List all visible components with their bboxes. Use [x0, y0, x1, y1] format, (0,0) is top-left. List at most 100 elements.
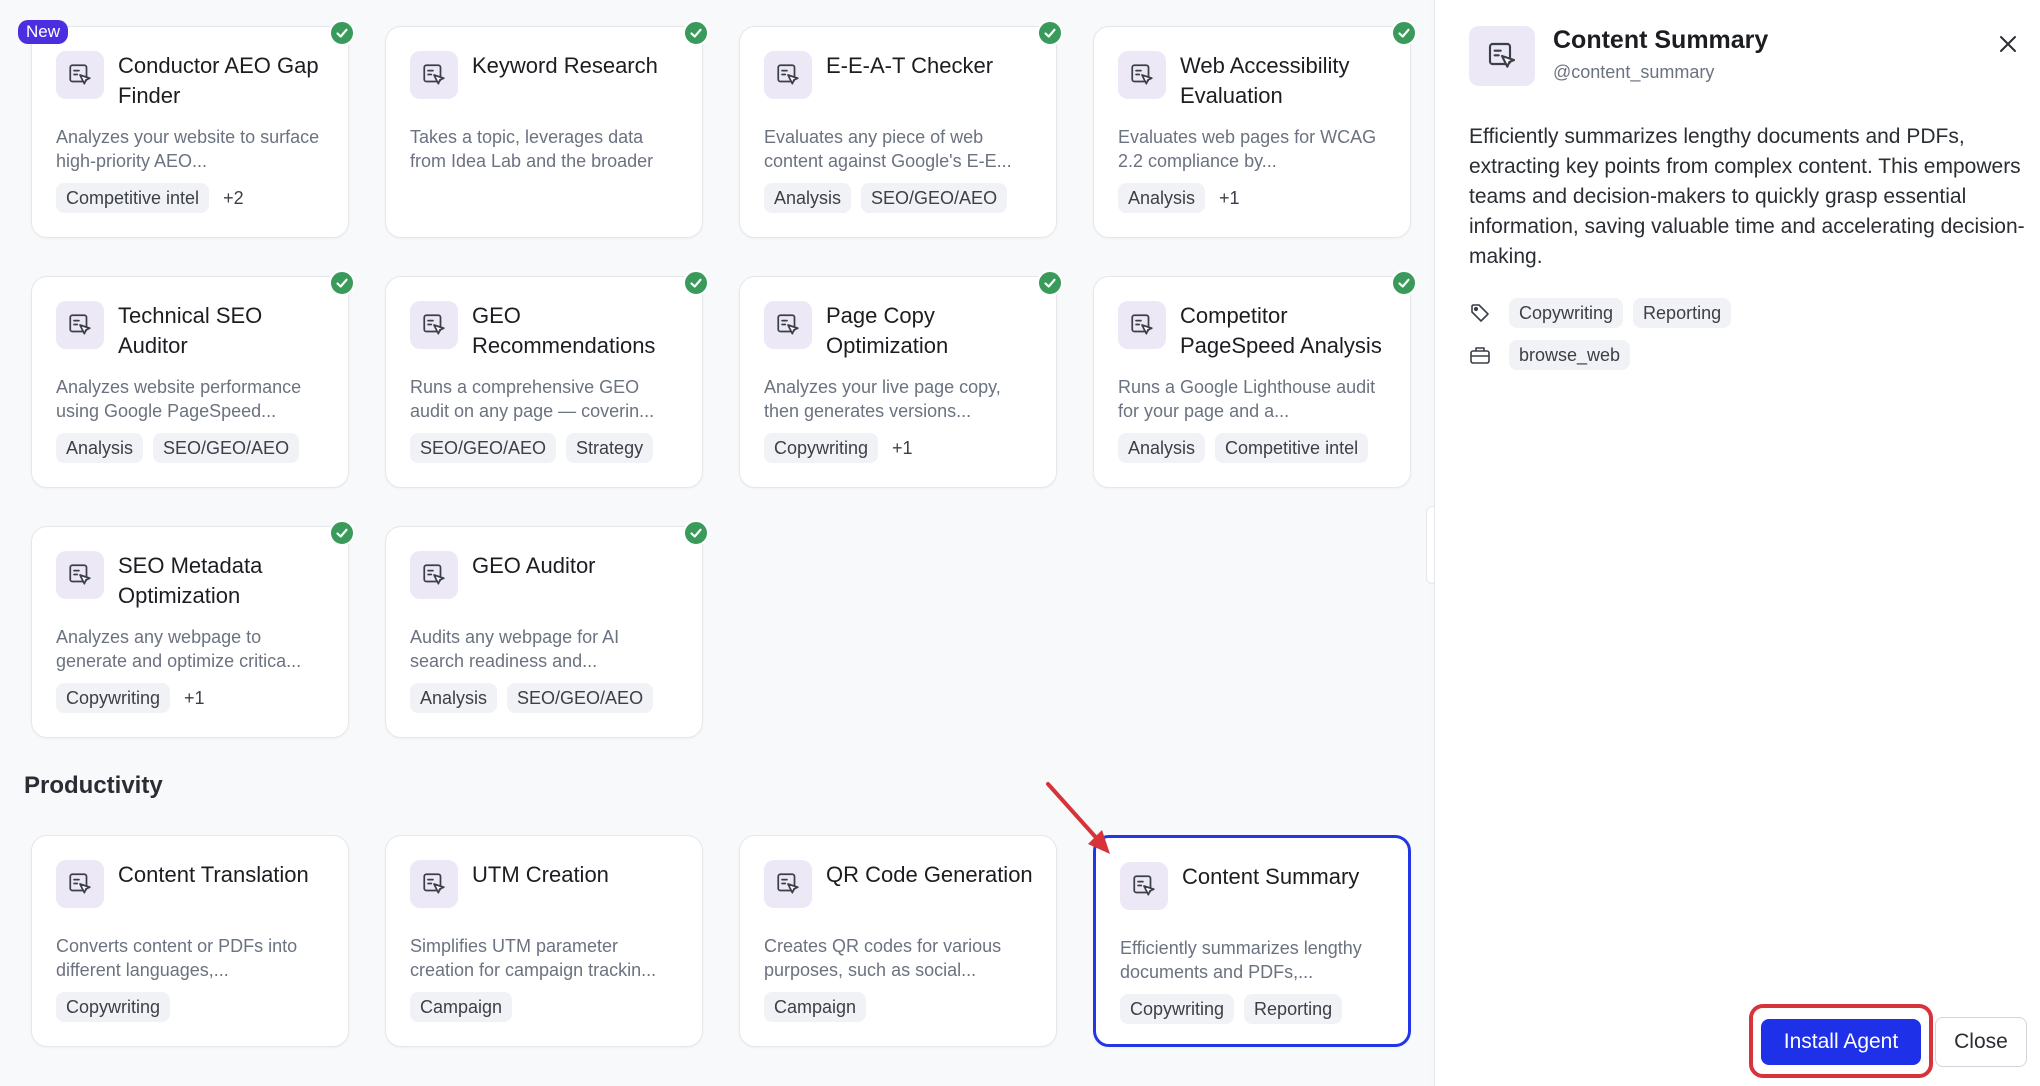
agent-card-tags: SEO/GEO/AEO Strategy [410, 433, 654, 463]
agent-icon [410, 551, 458, 599]
panel-title: Content Summary [1553, 26, 1769, 54]
agent-card[interactable]: Competitor PageSpeed Analysis Runs a Goog… [1093, 270, 1417, 488]
agent-card-tags: Analysis Competitive intel [1118, 433, 1369, 463]
installed-check-icon [683, 520, 709, 546]
agent-card-description: Evaluates web pages for WCAG 2.2 complia… [1118, 127, 1377, 171]
agent-card[interactable]: Web Accessibility Evaluation Evaluates we… [1093, 20, 1417, 238]
tag-icon [1469, 302, 1491, 324]
close-button[interactable]: Close [1935, 1017, 2027, 1067]
agent-card-title: Web Accessibility Evaluation [1180, 53, 1350, 108]
agent-card[interactable]: GEO Recommendations Runs a comprehensive … [385, 270, 709, 488]
agent-card[interactable]: Keyword Research Takes a topic, leverages… [385, 20, 709, 238]
agent-card-title: GEO Recommendations [472, 303, 656, 358]
panel-tag: Reporting [1633, 298, 1732, 328]
agent-tag-more: +1 [892, 438, 913, 458]
agent-card-description: Runs a Google Lighthouse audit for your … [1118, 377, 1376, 421]
agent-card-tags: Competitive intel +2 [56, 183, 248, 213]
agent-icon [1469, 26, 1535, 86]
installed-check-icon [1391, 270, 1417, 296]
agent-tag: Analysis [56, 433, 144, 463]
agent-icon [410, 51, 458, 99]
agent-tag-more: +1 [184, 688, 205, 708]
agent-icon [764, 860, 812, 908]
agent-icon [56, 860, 104, 908]
agent-card-title: Keyword Research [472, 53, 658, 78]
agent-card-description: Takes a topic, leverages data from Idea … [410, 127, 654, 171]
agent-tag: Analysis [1118, 433, 1206, 463]
agent-tag: Analysis [410, 683, 498, 713]
agent-card-title: QR Code Generation [826, 862, 1033, 887]
agent-card-description: Efficiently summarizes lengthy documents… [1120, 938, 1362, 982]
agent-card-title: Content Summary [1182, 864, 1360, 889]
agent-tag-more: +2 [223, 188, 244, 208]
agent-card-description: Analyzes website performance using Googl… [56, 377, 302, 421]
agent-tag: SEO/GEO/AEO [507, 683, 654, 713]
agent-detail-panel: Content Summary @content_summary Efficie… [1434, 0, 2040, 1086]
agent-tag: SEO/GEO/AEO [410, 433, 557, 463]
agent-card[interactable]: Page Copy Optimization Analyzes your live… [739, 270, 1063, 488]
panel-tag: Copywriting [1509, 298, 1624, 328]
agent-icon [764, 301, 812, 349]
agent-card[interactable]: E-E-A-T Checker Evaluates any piece of we… [739, 20, 1063, 238]
agent-icon [1118, 51, 1166, 99]
toolbox-icon [1469, 344, 1491, 366]
agent-icon [56, 301, 104, 349]
agent-card[interactable]: Technical SEO Auditor Analyzes website pe… [31, 270, 355, 488]
agent-card-tags: Copywriting [56, 992, 171, 1022]
installed-check-icon [329, 20, 355, 46]
agent-card[interactable]: Conductor AEO Gap Finder Analyzes your we… [31, 20, 355, 238]
agent-tag: SEO/GEO/AEO [153, 433, 300, 463]
agent-card-title: Competitor PageSpeed Analysis [1180, 303, 1382, 358]
agent-tag: Analysis [1118, 183, 1206, 213]
agent-card-tags: Campaign [410, 992, 513, 1022]
agent-card-title: GEO Auditor [472, 553, 596, 578]
agent-card[interactable]: SEO Metadata Optimization Analyzes any we… [31, 520, 355, 738]
installed-check-icon [1391, 20, 1417, 46]
agent-tag: Copywriting [56, 992, 171, 1022]
agent-icon [764, 51, 812, 99]
agent-tag: SEO/GEO/AEO [861, 183, 1008, 213]
agent-card[interactable]: Content Summary Efficiently summarizes le… [1093, 835, 1411, 1047]
panel-description: Efficiently summarizes lengthy documents… [1469, 125, 2025, 268]
installed-check-icon [1037, 20, 1063, 46]
agent-card-description: Evaluates any piece of web content again… [764, 127, 1012, 171]
agent-icon [1120, 862, 1168, 910]
agent-gallery: Conductor AEO Gap Finder Analyzes your we… [0, 0, 1430, 1086]
agent-icon [1118, 301, 1166, 349]
installed-check-icon [1037, 270, 1063, 296]
panel-tools-row: browse_web [1469, 340, 1631, 370]
agent-card[interactable]: Content Translation Converts content or P… [31, 835, 349, 1047]
agent-tag: Analysis [764, 183, 852, 213]
agent-card-title: UTM Creation [472, 862, 609, 887]
agent-card-title: E-E-A-T Checker [826, 53, 994, 78]
agent-card-tags: Copywriting +1 [56, 683, 209, 713]
installed-check-icon [683, 270, 709, 296]
agent-tag: Reporting [1244, 994, 1343, 1024]
agent-card-title: Technical SEO Auditor [118, 303, 263, 358]
agent-card-title: Content Translation [118, 862, 309, 887]
agent-card[interactable]: GEO Auditor Audits any webpage for AI sea… [385, 520, 709, 738]
agent-tag: Copywriting [1120, 994, 1235, 1024]
agent-card-description: Analyzes your live page copy, then gener… [764, 377, 1001, 421]
agent-tag: Campaign [410, 992, 513, 1022]
agent-card-tags: Analysis SEO/GEO/AEO [764, 183, 1008, 213]
agent-card-title: Conductor AEO Gap Finder [118, 53, 319, 108]
agent-card[interactable]: QR Code Generation Creates QR codes for v… [739, 835, 1057, 1047]
agent-card-tags: Campaign [764, 992, 867, 1022]
agent-tag: Competitive intel [1215, 433, 1369, 463]
close-icon[interactable] [1994, 30, 2022, 58]
agent-card-tags: Copywriting +1 [764, 433, 917, 463]
agent-tag: Campaign [764, 992, 867, 1022]
agent-card-description: Audits any webpage for AI search readine… [410, 627, 620, 671]
install-agent-button[interactable]: Install Agent [1761, 1019, 1921, 1065]
agent-icon [56, 551, 104, 599]
agent-tag-more: +1 [1219, 188, 1240, 208]
agent-card-tags: Copywriting Reporting [1120, 994, 1343, 1024]
agent-card-description: Analyzes your website to surface high-pr… [56, 127, 320, 171]
agent-tag: Copywriting [56, 683, 171, 713]
panel-tags-row: Copywriting Reporting [1469, 298, 1732, 328]
agent-card[interactable]: UTM Creation Simplifies UTM parameter cre… [385, 835, 703, 1047]
agent-card-description: Creates QR codes for various purposes, s… [764, 936, 1002, 980]
panel-handle: @content_summary [1553, 62, 1715, 82]
agent-icon [56, 51, 104, 99]
